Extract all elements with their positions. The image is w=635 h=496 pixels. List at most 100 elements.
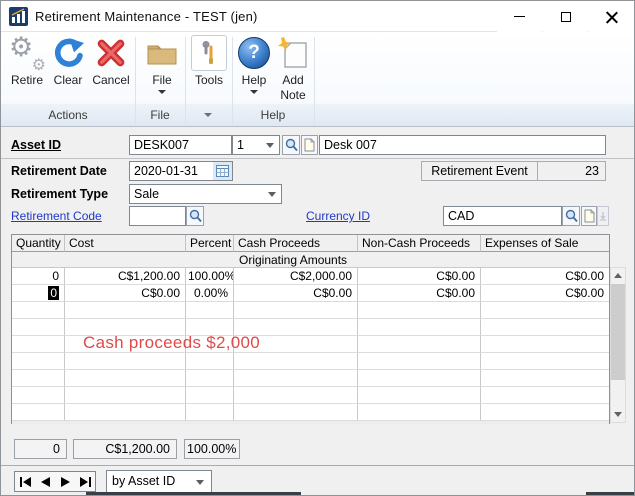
file-menu-button[interactable]: File	[142, 34, 182, 104]
retirement-event-label: Retirement Event	[421, 161, 538, 181]
calendar-icon	[216, 165, 229, 177]
help-menu-button[interactable]: ? Help	[235, 34, 273, 104]
scroll-up-icon	[614, 273, 622, 278]
cell-cost[interactable]: C$0.00	[65, 285, 186, 302]
magnifier-icon	[189, 209, 202, 223]
cell-noncash-proceeds[interactable]: C$0.00	[358, 268, 481, 285]
originating-amounts-subheader: Originating Amounts	[12, 252, 609, 268]
table-row[interactable]: 0 C$1,200.00 100.00% C$2,000.00 C$0.00 C…	[12, 268, 609, 285]
tools-group-chevron-icon[interactable]	[204, 113, 212, 117]
ribbon-separator	[135, 37, 136, 125]
scroll-up-button[interactable]	[611, 268, 625, 283]
first-record-button[interactable]	[15, 472, 35, 491]
asset-id-input[interactable]: DESK007	[129, 135, 232, 155]
file-dropdown-icon	[158, 90, 166, 94]
previous-record-button[interactable]	[35, 472, 55, 491]
total-cost: C$1,200.00	[73, 439, 177, 459]
cell-cash-proceeds[interactable]: C$0.00	[234, 285, 358, 302]
asset-suffix-combo[interactable]: 1	[232, 135, 280, 155]
group-label-file: File	[135, 108, 185, 122]
col-header-quantity: Quantity	[12, 235, 65, 252]
help-dropdown-icon	[250, 90, 258, 94]
chevron-down-icon	[268, 192, 276, 197]
last-record-icon	[80, 477, 91, 487]
scroll-down-button[interactable]	[611, 407, 625, 422]
retirement-type-label: Retirement Type	[11, 187, 108, 201]
add-note-icon	[277, 36, 309, 70]
add-note-button[interactable]: Add Note	[273, 34, 313, 104]
cell-percent[interactable]: 100.00%	[186, 268, 234, 285]
col-header-cost: Cost	[65, 235, 186, 252]
previous-record-icon	[41, 477, 50, 487]
scrollbar-thumb[interactable]	[611, 284, 625, 380]
cell-cash-proceeds[interactable]: C$2,000.00	[234, 268, 358, 285]
table-row-empty[interactable]	[12, 302, 609, 319]
cell-quantity-focused[interactable]: 0	[12, 285, 65, 302]
table-row-empty[interactable]	[12, 353, 609, 370]
background-artifact	[86, 492, 301, 495]
col-header-expenses-of-sale: Expenses of Sale	[481, 235, 609, 252]
record-navigation	[14, 471, 96, 492]
first-record-icon	[20, 477, 31, 487]
retire-button[interactable]: ⚙⚙ Retire	[6, 34, 48, 104]
note-page-icon	[304, 138, 315, 152]
minimize-icon	[514, 16, 525, 17]
retirement-date-label: Retirement Date	[11, 164, 107, 178]
asset-id-lookup-button[interactable]	[282, 135, 300, 155]
ribbon-separator	[232, 37, 233, 125]
currency-note-button[interactable]	[581, 206, 597, 226]
group-label-actions: Actions	[1, 108, 135, 122]
currency-id-input[interactable]: CAD	[443, 206, 562, 226]
cell-noncash-proceeds[interactable]: C$0.00	[358, 285, 481, 302]
asset-note-button[interactable]	[301, 135, 318, 155]
annotation-cash-proceeds: Cash proceeds $2,000	[83, 333, 260, 353]
sort-by-dropdown[interactable]: by Asset ID	[106, 470, 212, 493]
expansion-arrow-icon	[599, 210, 607, 222]
asset-description-field[interactable]: Desk 007	[319, 135, 606, 155]
tools-icon	[198, 41, 220, 65]
window-title: Retirement Maintenance - TEST (jen)	[35, 9, 258, 24]
cell-expenses[interactable]: C$0.00	[481, 268, 609, 285]
retirement-code-link[interactable]: Retirement Code	[11, 209, 102, 223]
group-label-help: Help	[232, 108, 314, 122]
calendar-button[interactable]	[213, 162, 232, 180]
cell-expenses[interactable]: C$0.00	[481, 285, 609, 302]
next-record-button[interactable]	[55, 472, 75, 491]
red-x-icon	[95, 37, 127, 69]
cell-quantity[interactable]: 0	[12, 268, 65, 285]
table-row[interactable]: 0 C$0.00 0.00% C$0.00 C$0.00 C$0.00	[12, 285, 609, 302]
cell-cost[interactable]: C$1,200.00	[65, 268, 186, 285]
cell-percent[interactable]: 0.00%	[186, 285, 234, 302]
background-artifact	[586, 492, 635, 495]
cancel-button[interactable]: Cancel	[88, 34, 134, 104]
folder-icon	[145, 38, 179, 68]
gears-icon: ⚙⚙	[8, 35, 46, 71]
next-record-icon	[61, 477, 70, 487]
maximize-button[interactable]	[543, 1, 588, 32]
tools-button[interactable]: Tools	[189, 34, 229, 104]
retirement-event-value: 23	[537, 161, 606, 181]
retirement-code-input[interactable]	[129, 206, 186, 226]
col-header-cash-proceeds: Cash Proceeds	[234, 235, 358, 252]
table-row-empty[interactable]	[12, 387, 609, 404]
currency-id-link[interactable]: Currency ID	[306, 209, 370, 223]
retirement-type-select[interactable]: Sale	[129, 184, 282, 204]
clear-button[interactable]: Clear	[49, 34, 87, 104]
magnifier-icon	[565, 209, 578, 223]
table-row-empty[interactable]	[12, 404, 609, 421]
ribbon-separator	[314, 37, 315, 125]
table-filler	[12, 421, 609, 424]
currency-lookup-button[interactable]	[562, 206, 580, 226]
table-row-empty[interactable]	[12, 370, 609, 387]
line-items-table: Quantity Cost Percent Cash Proceeds Non-…	[11, 234, 610, 424]
divider	[1, 465, 635, 466]
asset-id-label: Asset ID	[11, 138, 61, 152]
minimize-button[interactable]	[497, 1, 542, 32]
retirement-code-lookup-button[interactable]	[186, 206, 204, 226]
title-bar: Retirement Maintenance - TEST (jen)	[1, 1, 634, 32]
table-scrollbar[interactable]	[610, 267, 626, 423]
close-button[interactable]	[589, 1, 634, 32]
ribbon-group-labels: Actions File Help	[1, 104, 634, 127]
last-record-button[interactable]	[75, 472, 95, 491]
col-header-percent: Percent	[186, 235, 234, 252]
